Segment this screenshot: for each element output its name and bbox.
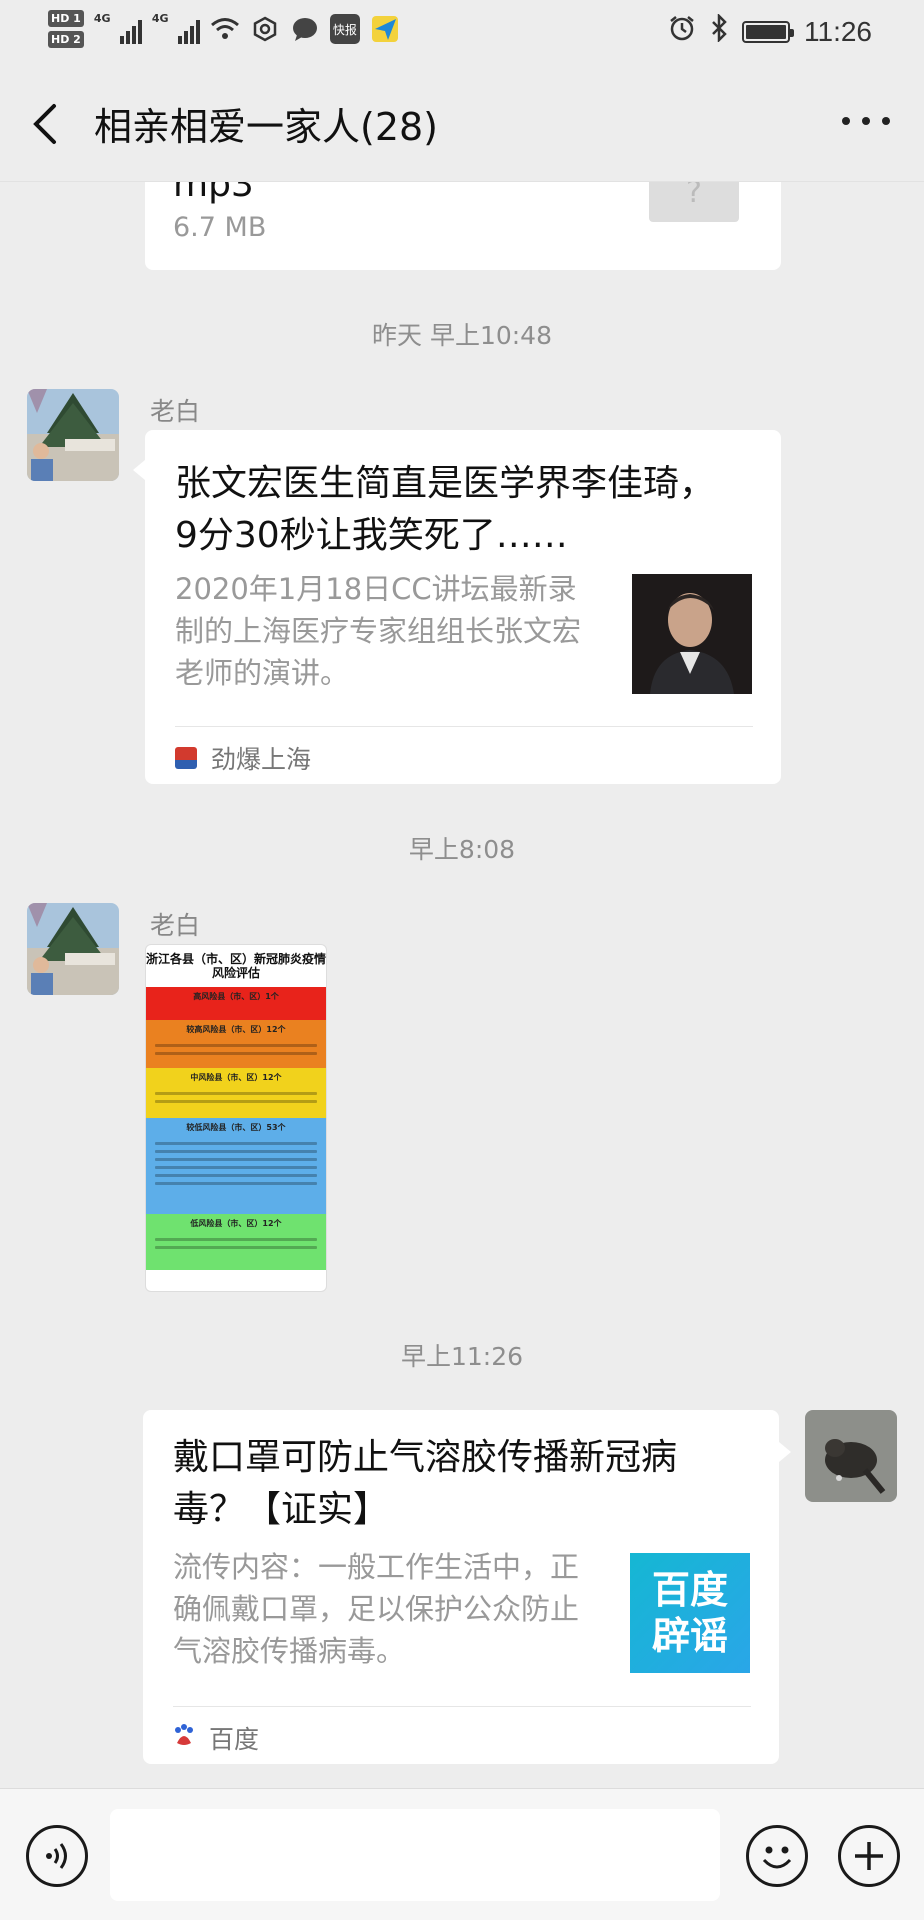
- risk-band-medium: 中风险县（市、区）12个: [146, 1068, 326, 1118]
- avatar[interactable]: [27, 389, 119, 481]
- link-title: 张文宏医生简直是医学界李佳琦，9分30秒让我笑死了……: [175, 463, 716, 556]
- chat-title: 相亲相爱一家人(28): [94, 105, 439, 149]
- risk-band-label: 较低风险县（市、区）53个: [186, 1123, 286, 1132]
- link-card[interactable]: 张文宏医生简直是医学界李佳琦，9分30秒让我笑死了…… 2020年1月18日CC…: [145, 430, 781, 784]
- paper-plane-icon: [370, 14, 400, 44]
- hd-indicator: HD 1 HD 2: [48, 8, 84, 50]
- alarm-icon: [668, 14, 696, 49]
- sender-name: 老白: [150, 397, 201, 426]
- risk-band-label: 较高风险县（市、区）12个: [186, 1025, 286, 1034]
- voice-icon[interactable]: [26, 1825, 88, 1887]
- link-thumbnail: [632, 574, 752, 694]
- kuaibao-app-icon: 快报: [329, 14, 360, 44]
- risk-band-low-ish: 较低风险县（市、区）53个: [146, 1118, 326, 1214]
- network-label: 4G: [151, 12, 169, 25]
- settings-hex-icon: [250, 14, 280, 44]
- source-logo-icon: [175, 747, 197, 769]
- chat-header: 相亲相爱一家人(28): [0, 66, 924, 182]
- link-source-name: 百度: [209, 1725, 260, 1754]
- hd1-label: HD 1: [48, 10, 84, 27]
- link-description: 2020年1月18日CC讲坛最新录制的上海医疗专家组组长张文宏老师的演讲。: [175, 572, 582, 690]
- image-title: 浙江各县（市、区）新冠肺炎疫情风险评估: [146, 952, 327, 980]
- network-label: 4G: [93, 12, 111, 25]
- link-description: 流传内容：一般工作生活中，正确佩戴口罩，足以保护公众防止气溶胶传播病毒。: [173, 1550, 580, 1668]
- thumbnail-text: 百度辟谣: [651, 1568, 728, 1658]
- file-type-icon: ?: [649, 182, 739, 222]
- link-title: 戴口罩可防止气溶胶传播新冠病毒？【证实】: [173, 1437, 678, 1530]
- input-bar: [0, 1788, 924, 1920]
- file-thumb-glyph: ?: [686, 182, 702, 210]
- emoji-icon[interactable]: [746, 1825, 808, 1887]
- image-message[interactable]: 浙江各县（市、区）新冠肺炎疫情风险评估 高风险县（市、区）1个 较高风险县（市、…: [145, 944, 327, 1292]
- sender-name: 老白: [150, 911, 201, 940]
- bluetooth-icon: [710, 12, 728, 49]
- chat-bubble-icon: [290, 14, 320, 44]
- timestamp: 昨天 早上10:48: [372, 321, 552, 350]
- chevron-left-icon[interactable]: [28, 102, 68, 146]
- link-thumbnail: 百度辟谣: [630, 1553, 750, 1673]
- timestamp: 早上8:08: [408, 835, 516, 864]
- timestamp: 早上11:26: [400, 1342, 524, 1371]
- baidu-paw-icon: [173, 1723, 195, 1753]
- message-input[interactable]: [110, 1809, 720, 1901]
- message-list[interactable]: mp3 6.7 MB ? 昨天 早上10:48 老白 张文宏医生简直是医学界李佳…: [0, 182, 924, 1788]
- wifi-icon: [210, 14, 240, 44]
- status-bar: HD 1 HD 2 4G 4G 快报 11:26: [0, 0, 924, 66]
- file-size: 6.7 MB: [173, 212, 267, 243]
- signal-icon: 4G: [93, 12, 142, 44]
- risk-band-label: 高风险县（市、区）1个: [193, 992, 279, 1001]
- link-source: 劲爆上海: [175, 740, 311, 776]
- battery-icon: [742, 20, 794, 43]
- plus-icon[interactable]: [838, 1825, 900, 1887]
- clock: 11:26: [804, 15, 872, 47]
- risk-band-low: 低风险县（市、区）12个: [146, 1214, 326, 1270]
- risk-band-label: 低风险县（市、区）12个: [190, 1219, 282, 1228]
- link-card[interactable]: 戴口罩可防止气溶胶传播新冠病毒？【证实】 流传内容：一般工作生活中，正确佩戴口罩…: [143, 1410, 779, 1764]
- hd2-label: HD 2: [48, 31, 84, 48]
- avatar[interactable]: [27, 903, 119, 995]
- link-source: 百度: [173, 1720, 259, 1756]
- risk-band-high: 高风险县（市、区）1个: [146, 987, 326, 1020]
- risk-band-label: 中风险县（市、区）12个: [190, 1073, 282, 1082]
- more-dots-icon[interactable]: [842, 106, 890, 136]
- risk-band-elevated: 较高风险县（市、区）12个: [146, 1020, 326, 1068]
- file-message[interactable]: mp3 6.7 MB ?: [145, 182, 781, 270]
- link-source-name: 劲爆上海: [211, 745, 312, 774]
- signal-icon: 4G: [151, 12, 200, 44]
- avatar[interactable]: [805, 1410, 897, 1502]
- file-name: mp3: [173, 182, 254, 205]
